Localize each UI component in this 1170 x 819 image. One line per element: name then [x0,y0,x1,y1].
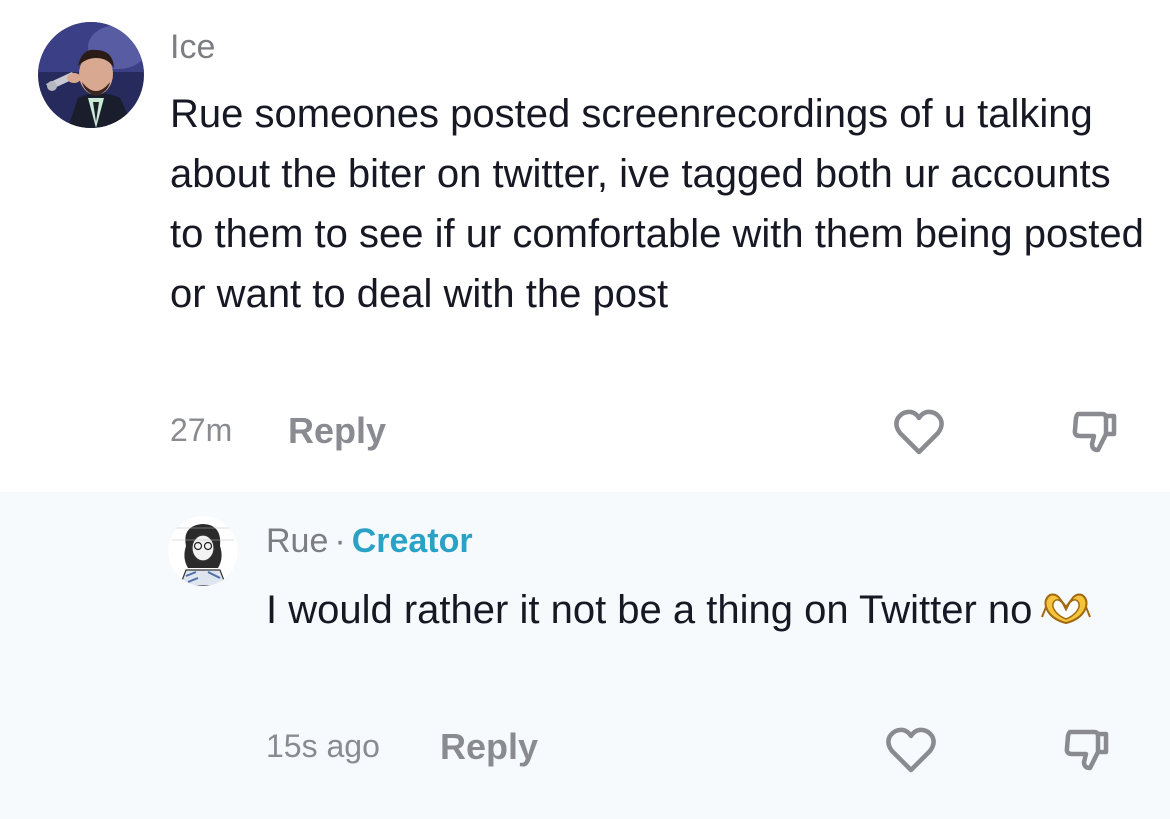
reply-button[interactable]: Reply [440,726,538,768]
username-line: Rue · Creator [266,522,473,561]
reply-comment-rue: Rue · Creator I would rather it not be a t… [0,492,1170,819]
comment-text: Rue someones posted screenrecordings of … [170,92,1144,316]
creator-badge: Creator [351,522,473,560]
reply-button[interactable]: Reply [288,410,386,452]
comment-ice: Ice Rue someones posted screenrecordings… [0,0,1170,492]
timestamp: 15s ago [266,728,380,764]
thumbs-down-icon [1072,411,1117,453]
dislike-button[interactable] [1060,724,1114,774]
avatar-drawing-icon [168,516,238,586]
dislike-button[interactable] [1068,406,1122,456]
avatar-photo-icon [38,22,144,128]
thumbs-down-icon [1064,729,1109,771]
heart-outline-icon [886,727,936,773]
heart-outline-icon [894,409,944,455]
like-button[interactable] [884,726,938,776]
timestamp: 27m [170,412,233,448]
username[interactable]: Rue [266,522,328,560]
username[interactable]: Ice [170,28,215,67]
user-avatar[interactable] [38,22,144,128]
like-button[interactable] [892,408,946,458]
heart-hands-emoji-icon [1040,586,1092,626]
user-avatar[interactable] [168,516,238,586]
comment-text-block: I would rather it not be a thing on Twit… [266,580,1146,640]
separator-dot: · [334,522,346,560]
comment-text: I would rather it not be a thing on Twit… [266,588,1033,632]
